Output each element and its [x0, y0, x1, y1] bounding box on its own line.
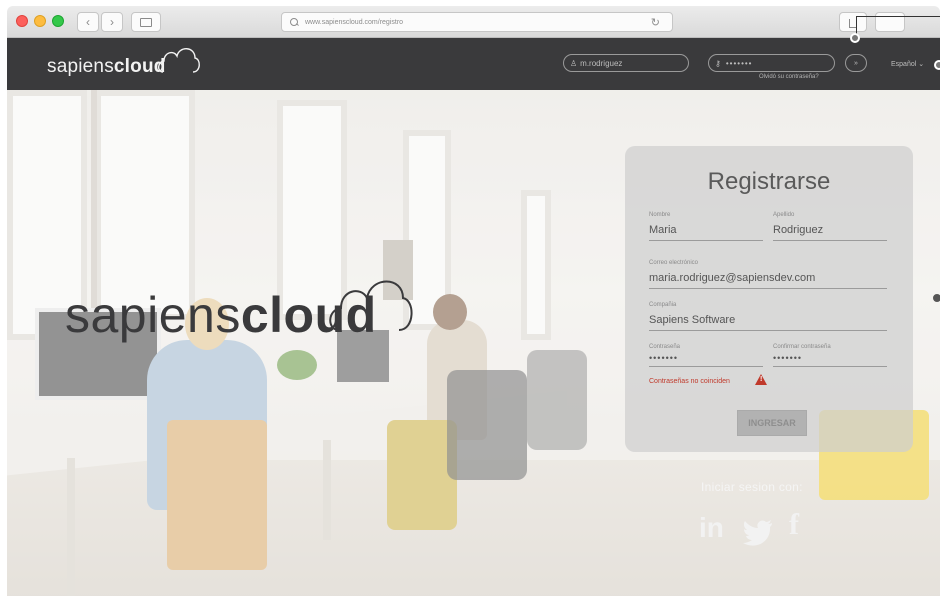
first-name-label: Nombre	[649, 212, 671, 218]
company-label: Compañia	[649, 302, 677, 308]
field-underline	[649, 330, 887, 331]
field-underline	[649, 366, 763, 367]
login-submit-button[interactable]: »	[845, 54, 867, 72]
browser-toolbar: ‹ › www.sapienscloud.com/registro ↻	[7, 6, 940, 38]
twitter-icon[interactable]	[743, 520, 773, 546]
chevron-right-icon: ›	[110, 15, 114, 29]
logo-text-light: sapiens	[47, 56, 114, 77]
login-password-field[interactable]: ⚷ •••••••	[708, 54, 835, 72]
callout-marker	[933, 294, 940, 302]
forward-button[interactable]: ›	[101, 12, 123, 32]
callout-line	[856, 16, 940, 17]
key-icon: ⚷	[715, 58, 722, 68]
cloud-icon	[329, 280, 413, 331]
register-submit-button[interactable]: INGRESAR	[737, 410, 807, 436]
search-icon	[290, 17, 299, 27]
tabs-overview-button[interactable]	[875, 12, 905, 32]
login-username-value: m.rodriguez	[580, 58, 623, 68]
address-bar[interactable]: www.sapienscloud.com/registro ↻	[281, 12, 673, 32]
close-window-button[interactable]	[16, 15, 28, 27]
password-mismatch-error: Contraseñas no coinciden	[649, 378, 730, 385]
language-selector[interactable]: Español ⌄	[891, 60, 924, 68]
login-password-value: •••••••	[725, 58, 753, 68]
hero-logo-light: sapiens	[65, 287, 241, 343]
user-icon: ♙	[570, 58, 578, 68]
warning-icon: !	[755, 374, 767, 385]
field-underline	[773, 366, 887, 367]
sidebar-toggle-button[interactable]	[131, 12, 161, 32]
sidebar-icon	[140, 17, 152, 27]
email-label: Correo electrónico	[649, 260, 699, 266]
field-underline	[649, 288, 887, 289]
login-username-field[interactable]: ♙ m.rodriguez	[563, 54, 689, 72]
company-field[interactable]: Sapiens Software	[649, 314, 735, 326]
reload-icon[interactable]: ↻	[651, 16, 660, 29]
linkedin-icon[interactable]: in	[699, 512, 724, 544]
field-underline	[773, 240, 887, 241]
field-underline	[649, 240, 763, 241]
maximize-window-button[interactable]	[52, 15, 64, 27]
header-logo[interactable]: sapienscloud	[47, 56, 166, 78]
last-name-field[interactable]: Rodriguez	[773, 224, 823, 236]
form-title: Registrarse	[707, 168, 831, 195]
url-text: www.sapienscloud.com/registro	[305, 18, 404, 26]
cloud-icon	[157, 48, 200, 73]
last-name-label: Apellido	[773, 212, 795, 218]
email-field[interactable]: maria.rodriguez@sapiensdev.com	[649, 272, 815, 284]
site-header: sapienscloud ♙ m.rodriguez ⚷ ••••••• » O…	[7, 38, 940, 90]
share-button[interactable]	[839, 12, 867, 32]
minimize-window-button[interactable]	[34, 15, 46, 27]
confirm-password-field[interactable]: •••••••	[773, 353, 802, 363]
callout-marker	[850, 33, 860, 43]
login-submit-label: »	[854, 59, 858, 67]
first-name-field[interactable]: Maria	[649, 224, 677, 236]
forgot-password-link[interactable]: Olvidó su contraseña?	[759, 74, 819, 80]
password-field[interactable]: •••••••	[649, 353, 678, 363]
registration-form: Registrarse Nombre Maria Apellido Rodrig…	[625, 146, 913, 452]
facebook-icon[interactable]: f	[789, 508, 799, 542]
back-button[interactable]: ‹	[77, 12, 99, 32]
social-login-title: Iniciar sesion con:	[701, 480, 803, 494]
chevron-left-icon: ‹	[86, 15, 90, 29]
callout-marker	[934, 60, 940, 70]
hero-background: sapienscloud Registrarse Nombre Maria Ap…	[7, 90, 940, 596]
confirm-password-label: Confirmar contraseña	[773, 344, 831, 350]
password-label: Contraseña	[649, 344, 681, 350]
